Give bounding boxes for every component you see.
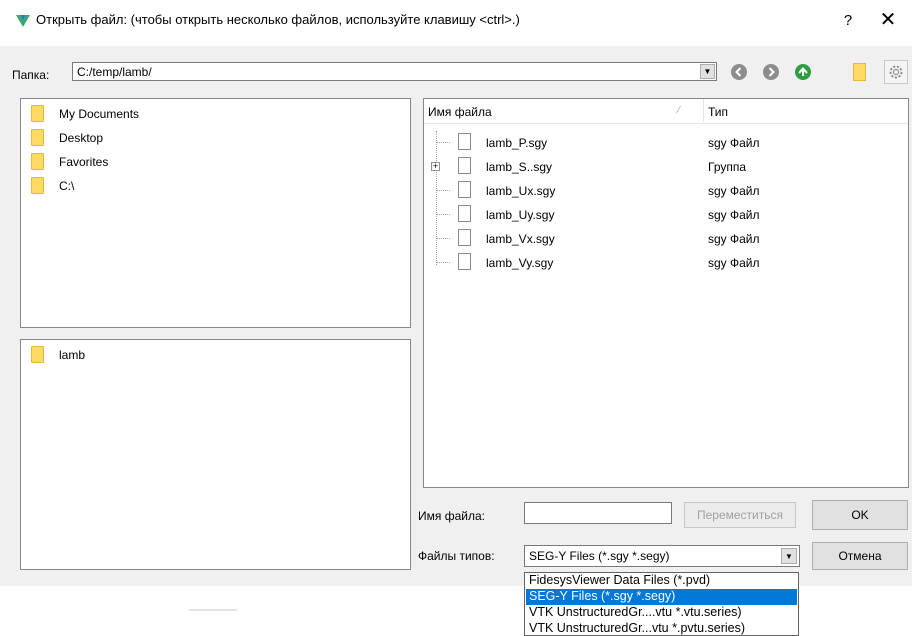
move-button[interactable]: Переместиться (684, 502, 796, 528)
filetype-selected: SEG-Y Files (*.sgy *.segy) (529, 549, 670, 563)
cancel-button[interactable]: Отмена (812, 542, 908, 570)
recent-label: lamb (59, 348, 86, 362)
folder-icon (31, 153, 44, 170)
filetype-option[interactable]: FidesysViewer Data Files (*.pvd) (526, 573, 797, 589)
column-header-type-label: Тип (708, 105, 729, 119)
expand-icon[interactable]: + (431, 162, 440, 171)
close-button[interactable]: ✕ (875, 9, 901, 33)
path-combobox[interactable]: C:/temp/lamb/ ▼ (72, 62, 717, 81)
ok-button[interactable]: OK (812, 500, 908, 530)
file-row-lamb-uy[interactable]: lamb_Uy.sgy sgy Файл (424, 203, 908, 227)
file-type: sgy Файл (708, 136, 760, 150)
column-header-name-label: Имя файла (428, 105, 492, 119)
tree-line (436, 214, 450, 215)
file-row-lamb-vx[interactable]: lamb_Vx.sgy sgy Файл (424, 227, 908, 251)
column-header-name[interactable]: Имя файла ⁄ (424, 99, 703, 124)
file-row-lamb-p[interactable]: lamb_P.sgy sgy Файл (424, 131, 908, 155)
file-icon (458, 133, 471, 150)
window-title: Открыть файл: (чтобы открыть несколько ф… (36, 12, 520, 27)
file-type: sgy Файл (708, 256, 760, 270)
favorites-panel: My Documents Desktop Favorites C:\ (20, 98, 411, 328)
favorite-label: Favorites (59, 155, 109, 169)
favorite-label: C:\ (59, 179, 75, 193)
settings-icon (889, 65, 903, 79)
filename-input[interactable] (524, 502, 672, 524)
filetype-select[interactable]: SEG-Y Files (*.sgy *.segy) ▼ (524, 545, 800, 567)
tree-line (436, 190, 450, 191)
file-row-lamb-ux[interactable]: lamb_Ux.sgy sgy Файл (424, 179, 908, 203)
background-artifact (189, 609, 237, 611)
path-value[interactable]: C:/temp/lamb/ (77, 65, 152, 79)
sort-indicator-icon: ⁄ (678, 105, 680, 116)
file-name: lamb_Vx.sgy (486, 232, 555, 246)
folder-icon (31, 129, 44, 146)
new-folder-icon[interactable] (853, 63, 866, 81)
file-icon (458, 205, 471, 222)
filename-label: Имя файла: (418, 509, 485, 523)
filetype-option-selected[interactable]: SEG-Y Files (*.sgy *.segy) (526, 589, 797, 605)
file-name: lamb_P.sgy (486, 136, 548, 150)
background-area (0, 586, 524, 636)
up-folder-icon[interactable] (795, 64, 811, 80)
file-row-lamb-s-group[interactable]: + lamb_S..sgy Группа (424, 155, 908, 179)
folder-icon (31, 177, 44, 194)
recent-panel: lamb (20, 339, 411, 570)
folder-icon (31, 346, 44, 363)
tree-line (436, 262, 450, 263)
file-name: lamb_Ux.sgy (486, 184, 556, 198)
filetype-dropdown-button[interactable]: ▼ (781, 548, 797, 564)
file-icon (458, 229, 471, 246)
favorite-label: Desktop (59, 131, 104, 145)
folder-icon (31, 105, 44, 122)
file-name: lamb_Vy.sgy (486, 256, 554, 270)
back-icon[interactable] (731, 64, 747, 80)
file-icon (458, 181, 471, 198)
file-type: sgy Файл (708, 232, 760, 246)
file-name: lamb_Uy.sgy (486, 208, 555, 222)
file-icon (458, 253, 471, 270)
help-button[interactable]: ? (836, 10, 860, 32)
filetype-label: Файлы типов: (418, 549, 495, 563)
filetype-dropdown-list: FidesysViewer Data Files (*.pvd) SEG-Y F… (524, 572, 799, 636)
file-icon (458, 157, 471, 174)
path-dropdown-button[interactable]: ▼ (700, 64, 715, 79)
filetype-option[interactable]: VTK UnstructuredGr...vtu *.pvtu.series) (526, 621, 797, 635)
file-row-lamb-vy[interactable]: lamb_Vy.sgy sgy Файл (424, 251, 908, 275)
file-type: sgy Файл (708, 208, 760, 222)
folder-label: Папка: (12, 68, 50, 82)
tree-line (436, 238, 450, 239)
filetype-option[interactable]: VTK UnstructuredGr....vtu *.vtu.series) (526, 605, 797, 621)
tree-line (436, 142, 450, 143)
settings-button[interactable] (884, 60, 908, 84)
column-header-type[interactable]: Тип (704, 99, 908, 124)
file-list-panel: Имя файла ⁄ Тип lamb_P.sgy sgy Файл + la… (423, 98, 909, 488)
file-name: lamb_S..sgy (486, 160, 553, 174)
file-type: Группа (708, 160, 747, 174)
favorite-label: My Documents (59, 107, 140, 121)
file-type: sgy Файл (708, 184, 760, 198)
forward-icon[interactable] (763, 64, 779, 80)
app-logo-icon (16, 15, 30, 27)
